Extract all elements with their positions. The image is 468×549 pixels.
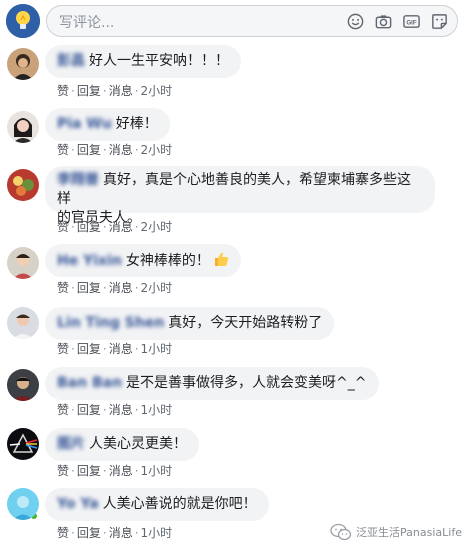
comment-placeholder: 写评论... [59, 15, 115, 31]
comment-input[interactable]: 写评论... GIF [46, 5, 458, 37]
reply-link[interactable]: 回复 [77, 84, 101, 98]
avatar[interactable] [7, 48, 39, 80]
comment-text: 女神棒棒的！ [125, 253, 210, 269]
like-link[interactable]: 赞 [57, 281, 69, 295]
comment-time[interactable]: 2小时 [141, 84, 173, 98]
comment-text: 真好，今天开始路转粉了 [168, 315, 323, 331]
like-link[interactable]: 赞 [57, 526, 69, 540]
emoji-icon[interactable] [346, 12, 365, 31]
like-link[interactable]: 赞 [57, 84, 69, 98]
comment-bubble: 图片 人美心灵更美！ [45, 428, 199, 461]
comment-bubble: Pia Wu 好棒！ [45, 108, 170, 141]
commenter-name[interactable]: Pia Wu [57, 116, 112, 132]
avatar[interactable] [7, 369, 39, 401]
comment-actions: 赞 · 回复 · 消息 · 1小时 [57, 526, 173, 540]
comment-actions: 赞 · 回复 · 消息 · 2小时 [57, 220, 173, 234]
thumbs-up-emoji-icon [213, 251, 229, 267]
comment-text: 真好，真是个心地善良的美人，希望柬埔寨多些这样 [57, 172, 411, 207]
commenter-name[interactable]: 李翔普 [57, 172, 99, 188]
camera-icon[interactable] [374, 12, 393, 31]
comment-composer: 写评论... GIF [0, 0, 468, 40]
comment-actions: 赞 · 回复 · 消息 · 1小时 [57, 342, 173, 356]
avatar[interactable] [7, 247, 39, 279]
message-link[interactable]: 消息 [109, 342, 133, 356]
comment-text: 是不是善事做得多，人就会变美呀^_^ [126, 375, 367, 391]
commenter-name[interactable]: Yo Ya [57, 496, 99, 512]
user-avatar[interactable] [6, 4, 40, 38]
reply-link[interactable]: 回复 [77, 143, 101, 157]
commenter-name[interactable]: 彭昌 [57, 53, 85, 69]
comment-time[interactable]: 1小时 [141, 464, 173, 478]
wechat-icon [330, 523, 352, 541]
reply-link[interactable]: 回复 [77, 526, 101, 540]
like-link[interactable]: 赞 [57, 143, 69, 157]
like-link[interactable]: 赞 [57, 403, 69, 417]
comment-time[interactable]: 1小时 [141, 526, 173, 540]
comment-actions: 赞 · 回复 · 消息 · 1小时 [57, 403, 173, 417]
comment-bubble: 李翔普 真好，真是个心地善良的美人，希望柬埔寨多些这样 的官员夫人。 [45, 166, 435, 226]
comment-text: 人美心灵更美！ [89, 436, 187, 452]
avatar[interactable] [7, 169, 39, 201]
message-link[interactable]: 消息 [109, 464, 133, 478]
reply-link[interactable]: 回复 [77, 403, 101, 417]
comment-actions: 赞 · 回复 · 消息 · 1小时 [57, 464, 173, 478]
comment-time[interactable]: 2小时 [141, 281, 173, 295]
message-link[interactable]: 消息 [109, 281, 133, 295]
reply-link[interactable]: 回复 [77, 342, 101, 356]
commenter-name[interactable]: Lin Ting Shen [57, 315, 164, 331]
message-link[interactable]: 消息 [109, 84, 133, 98]
like-link[interactable]: 赞 [57, 342, 69, 356]
comment-bubble: He Yixin 女神棒棒的！ [45, 244, 241, 277]
comment-actions: 赞 · 回复 · 消息 · 2小时 [57, 84, 173, 98]
comment-text: 好棒！ [115, 116, 158, 132]
avatar[interactable] [7, 307, 39, 339]
reply-link[interactable]: 回复 [77, 281, 101, 295]
gif-label: GIF [406, 20, 416, 27]
reply-link[interactable]: 回复 [77, 220, 101, 234]
comment-bubble: Yo Ya 人美心善说的就是你吧！ [45, 488, 269, 521]
commenter-name[interactable]: He Yixin [57, 253, 122, 269]
watermark: 泛亚生活PanasiaLife [330, 523, 462, 541]
like-link[interactable]: 赞 [57, 220, 69, 234]
commenter-name[interactable]: Ban Ban [57, 375, 122, 391]
comment-bubble: Ban Ban 是不是善事做得多，人就会变美呀^_^ [45, 367, 379, 400]
comment-time[interactable]: 1小时 [141, 342, 173, 356]
reply-link[interactable]: 回复 [77, 464, 101, 478]
gif-icon[interactable]: GIF [402, 12, 421, 31]
comment-text: 人美心善说的就是你吧！ [102, 496, 257, 512]
message-link[interactable]: 消息 [109, 220, 133, 234]
watermark-text: 泛亚生活PanasiaLife [356, 526, 462, 539]
comment-bubble: Lin Ting Shen 真好，今天开始路转粉了 [45, 307, 335, 340]
comment-text: 好人一生平安呐！！！ [89, 53, 229, 69]
message-link[interactable]: 消息 [109, 403, 133, 417]
message-link[interactable]: 消息 [109, 143, 133, 157]
comment-bubble: 彭昌 好人一生平安呐！！！ [45, 45, 241, 78]
sticker-icon[interactable] [430, 12, 449, 31]
avatar[interactable] [7, 428, 39, 460]
like-link[interactable]: 赞 [57, 464, 69, 478]
comment-time[interactable]: 2小时 [141, 220, 173, 234]
comment-time[interactable]: 1小时 [141, 403, 173, 417]
comment-actions: 赞 · 回复 · 消息 · 2小时 [57, 281, 173, 295]
avatar[interactable] [7, 111, 39, 143]
commenter-name[interactable]: 图片 [57, 436, 85, 452]
comment-time[interactable]: 2小时 [141, 143, 173, 157]
message-link[interactable]: 消息 [109, 526, 133, 540]
comment-actions: 赞 · 回复 · 消息 · 2小时 [57, 143, 173, 157]
lightbulb-icon [6, 4, 40, 38]
avatar[interactable] [7, 488, 39, 520]
